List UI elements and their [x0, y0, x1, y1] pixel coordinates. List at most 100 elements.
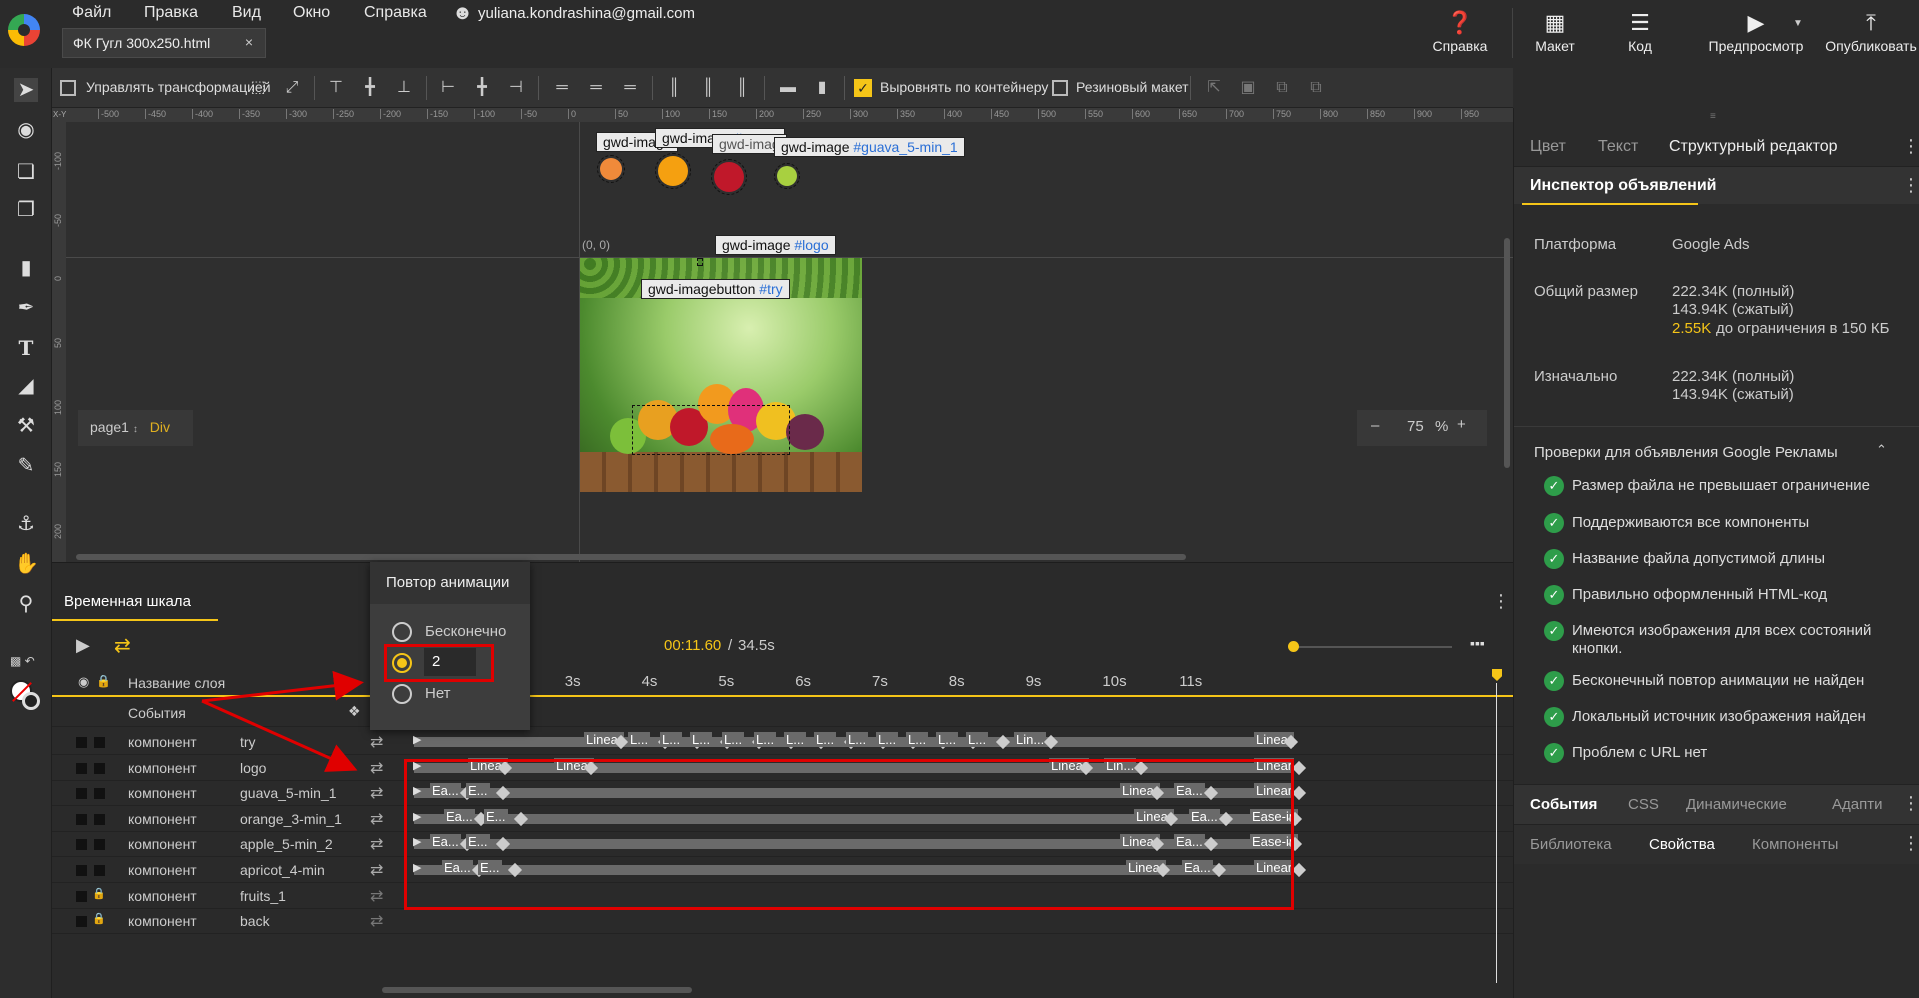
tab-design[interactable]: ▦ Макет: [1522, 8, 1588, 54]
timeline-scrollbar[interactable]: [382, 987, 692, 993]
tab-color[interactable]: Цвет: [1530, 138, 1566, 156]
menu-item-view[interactable]: Вид: [232, 4, 261, 22]
guava-image[interactable]: [774, 163, 800, 189]
group-icon[interactable]: ⧉: [1272, 78, 1292, 98]
tab-css[interactable]: CSS: [1628, 796, 1659, 813]
preview-dropdown-icon[interactable]: ▼: [1793, 18, 1803, 29]
loop-icon[interactable]: ⇄: [370, 809, 383, 829]
tab-text[interactable]: Текст: [1598, 138, 1638, 156]
align-bottom-icon[interactable]: ⊥: [394, 78, 414, 98]
transform-tool-icon[interactable]: ◉: [14, 118, 38, 142]
lock-toggle[interactable]: [94, 839, 105, 851]
pen-tool-icon[interactable]: ✒: [14, 296, 38, 320]
resize-icon[interactable]: ⤢: [282, 78, 302, 98]
chevron-up-icon[interactable]: ⌃: [1876, 442, 1887, 458]
hand-tool-icon[interactable]: ✋: [14, 552, 39, 576]
loop-icon[interactable]: ⇄: [370, 911, 383, 931]
lock-toggle[interactable]: [94, 762, 105, 774]
tab-components[interactable]: Компоненты: [1752, 836, 1838, 853]
shape-tool-icon[interactable]: ◢: [14, 374, 38, 398]
eyedropper-icon[interactable]: ✎: [14, 454, 38, 478]
lock-icon[interactable]: 🔒: [96, 674, 111, 688]
tab-dynamic[interactable]: Динамические: [1686, 796, 1787, 813]
distribute-hcenter-icon[interactable]: ║: [698, 78, 718, 98]
menu-item-help[interactable]: Справка: [364, 4, 427, 22]
align-left-icon[interactable]: ⊢: [438, 78, 458, 98]
play-button[interactable]: ▶: [76, 635, 90, 656]
lock-toggle[interactable]: [94, 813, 105, 825]
panel-menu-icon[interactable]: ⋮: [1902, 136, 1919, 157]
tabs2-menu-icon[interactable]: ⋮: [1902, 833, 1919, 854]
inspector-menu-icon[interactable]: ⋮: [1902, 175, 1919, 196]
zoom-in-button[interactable]: +: [1457, 416, 1466, 433]
orange-image[interactable]: [655, 153, 691, 189]
lock-toggle[interactable]: [94, 865, 105, 876]
visibility-toggle[interactable]: [76, 762, 87, 774]
repeat-icon[interactable]: ⇄: [114, 633, 131, 658]
distribute-left-icon[interactable]: ║: [664, 78, 684, 98]
layer-row-back[interactable]: 🔒 компонент back ⇄: [52, 908, 1513, 935]
distribute-vcenter-icon[interactable]: ═: [586, 78, 606, 98]
apple-image[interactable]: [711, 159, 747, 195]
tab-code[interactable]: ☰ Код: [1610, 8, 1670, 54]
page-selector[interactable]: page1 ↕ Div: [78, 410, 193, 446]
rubber-layout-checkbox[interactable]: [1052, 80, 1068, 96]
visibility-toggle[interactable]: [76, 916, 87, 928]
space-vertical-icon[interactable]: ▬: [778, 78, 798, 98]
align-right-icon[interactable]: ⊣: [506, 78, 526, 98]
tab-preview[interactable]: ▶ Предпросмотр: [1700, 8, 1812, 54]
menu-item-window[interactable]: Окно: [293, 4, 330, 22]
lock-toggle[interactable]: [94, 788, 105, 800]
visibility-toggle[interactable]: [76, 813, 87, 825]
tab-properties[interactable]: Свойства: [1649, 836, 1715, 853]
distribute-bottom-icon[interactable]: ═: [620, 78, 640, 98]
visibility-toggle[interactable]: [76, 865, 87, 876]
lock-icon[interactable]: 🔒: [92, 887, 106, 900]
menu-item-edit[interactable]: Правка: [144, 4, 198, 22]
horizontal-scrollbar[interactable]: [76, 554, 1186, 560]
align-hcenter-icon[interactable]: ╋: [472, 78, 492, 98]
timeline-menu-icon[interactable]: ⋮: [1492, 591, 1510, 612]
export-icon[interactable]: ⇱: [1204, 78, 1224, 98]
3d-rotate-icon[interactable]: ❏: [14, 160, 38, 184]
space-horizontal-icon[interactable]: ▮: [812, 78, 832, 98]
text-tool-icon[interactable]: T: [14, 336, 38, 360]
tag-tool-icon[interactable]: ▮: [14, 256, 38, 280]
tab-events[interactable]: События: [1530, 796, 1597, 813]
menu-item-file[interactable]: Файл: [72, 4, 111, 22]
tabs1-menu-icon[interactable]: ⋮: [1902, 793, 1919, 814]
close-icon[interactable]: ×: [245, 34, 253, 50]
tab-library[interactable]: Библиотека: [1530, 836, 1612, 853]
tab-help[interactable]: ❓ Справка: [1425, 8, 1495, 54]
lock-toggle[interactable]: [94, 737, 105, 748]
radio-none[interactable]: [392, 684, 412, 704]
loop-icon[interactable]: ⇄: [370, 783, 383, 803]
visibility-toggle[interactable]: [76, 788, 87, 800]
layout-icon[interactable]: ▣: [1238, 78, 1258, 98]
try-button-bounds[interactable]: [632, 405, 790, 455]
tab-structure-editor[interactable]: Структурный редактор: [1669, 138, 1838, 156]
visibility-toggle[interactable]: [76, 839, 87, 851]
distribute-top-icon[interactable]: ═: [552, 78, 572, 98]
document-tab[interactable]: ФК Гугл 300x250.html ×: [62, 28, 266, 58]
align-vcenter-icon[interactable]: ╋: [360, 78, 380, 98]
stage-canvas[interactable]: -500 -450 -400 -350 -300 -250 -200 -150 -100 -50 0…: [52, 108, 1513, 562]
account-email[interactable]: yuliana.kondrashina@gmail.com: [478, 5, 695, 22]
apricot-image[interactable]: [597, 155, 625, 183]
swap-colors-icon[interactable]: ▩ ↶: [10, 654, 35, 668]
visibility-toggle[interactable]: [76, 890, 87, 902]
eye-icon[interactable]: ◉: [78, 674, 89, 690]
zoom-slider-thumb[interactable]: [1288, 641, 1299, 652]
checks-title[interactable]: Проверки для объявления Google Рекламы: [1534, 444, 1838, 461]
zoom-out-button[interactable]: –: [1371, 417, 1379, 434]
zoom-slider[interactable]: [1292, 646, 1452, 648]
manage-transform-checkbox[interactable]: [60, 80, 76, 96]
playhead[interactable]: [1492, 669, 1502, 681]
zoom-value[interactable]: 75: [1407, 418, 1424, 435]
tab-publish[interactable]: ⤒ Опубликовать: [1823, 8, 1919, 54]
tab-responsive[interactable]: Адапти: [1832, 796, 1882, 813]
distribute-right-icon[interactable]: ║: [732, 78, 752, 98]
3d-translate-icon[interactable]: ❐: [14, 198, 38, 222]
stroke-swatch[interactable]: [22, 692, 40, 710]
visibility-toggle[interactable]: [76, 737, 87, 748]
